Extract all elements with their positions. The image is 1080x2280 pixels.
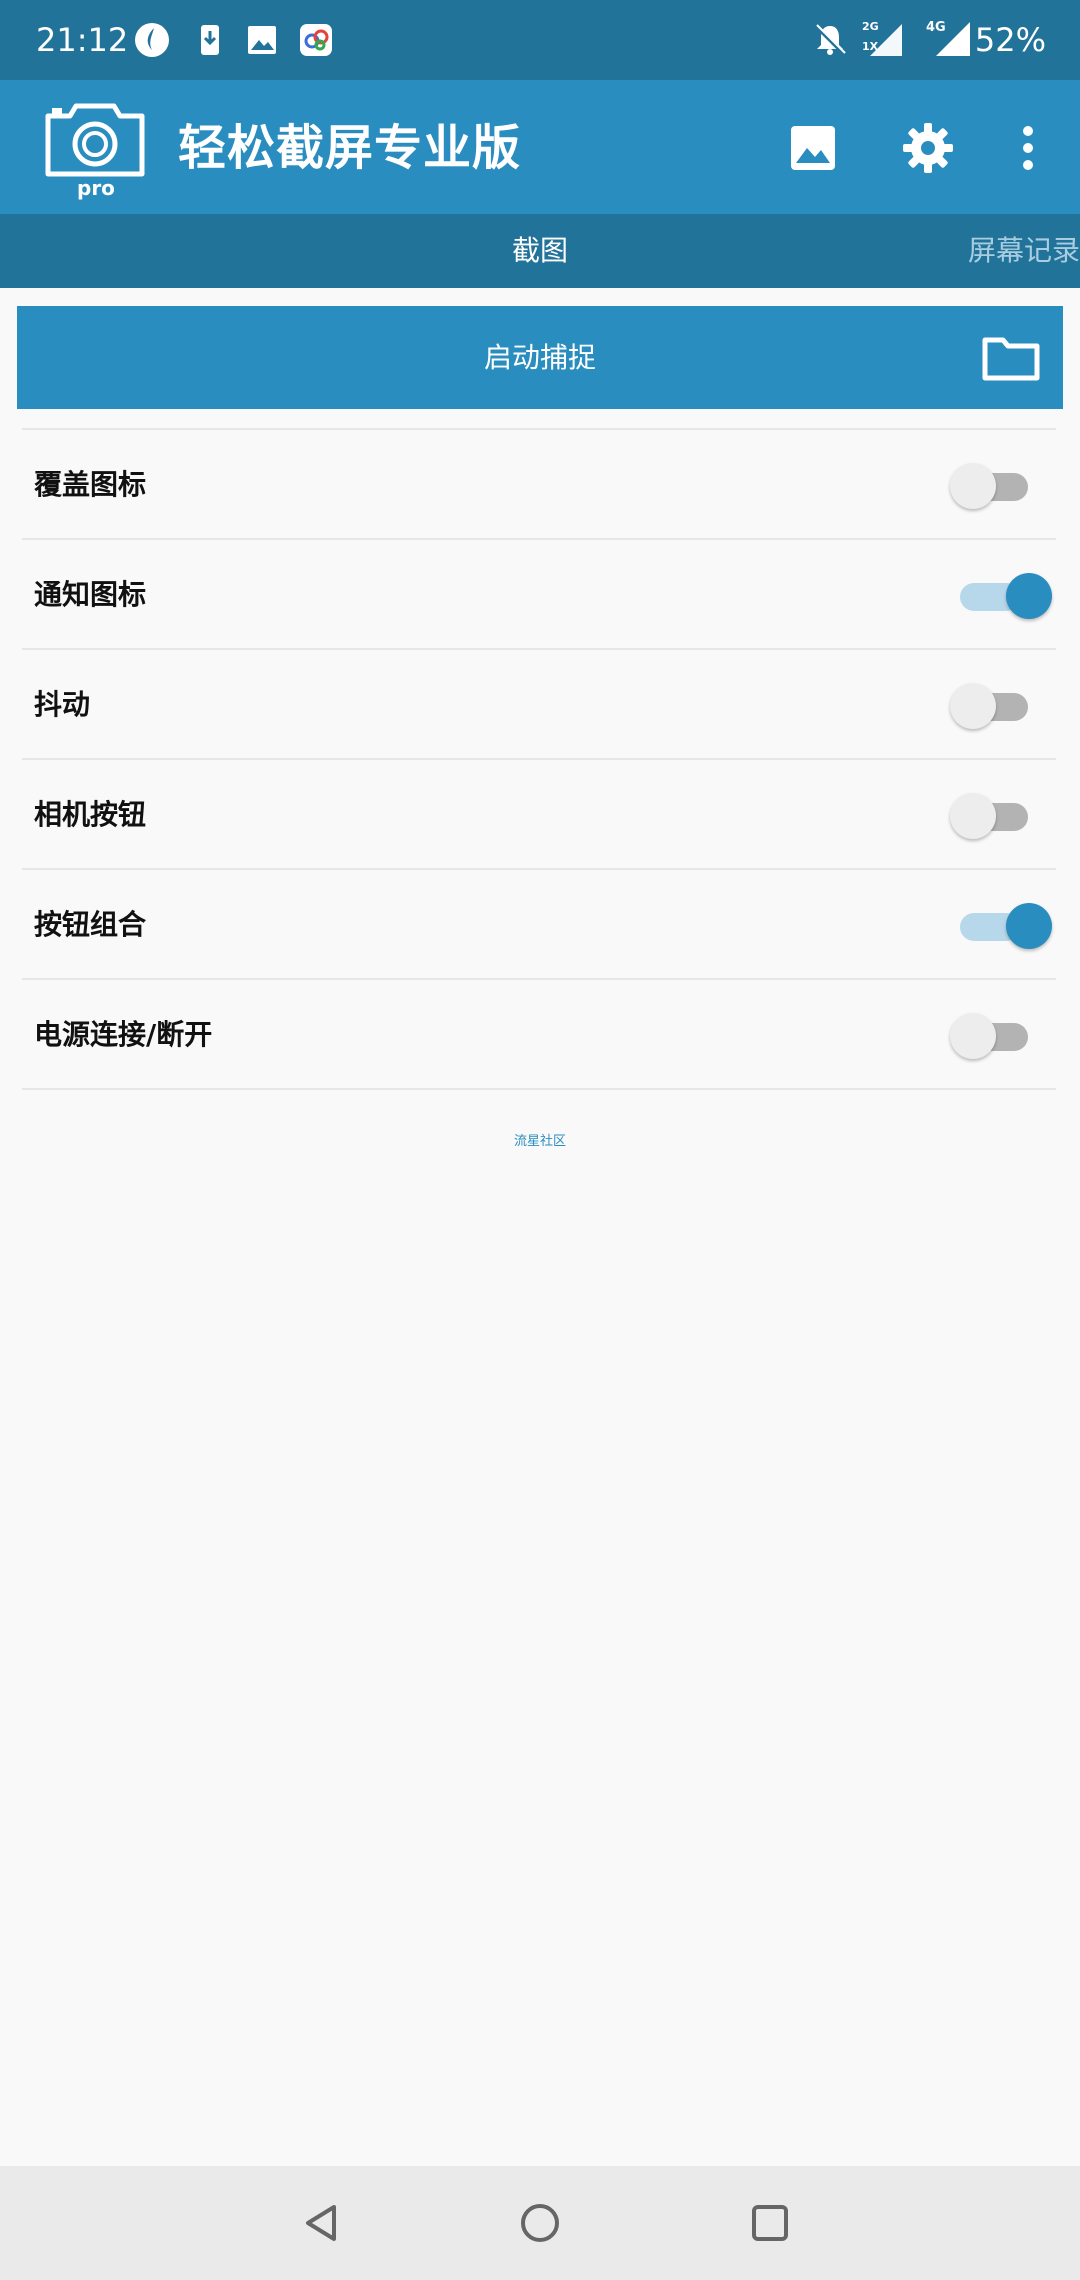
- toggle-thumb: [950, 793, 996, 839]
- signal-icon: [870, 24, 902, 56]
- settings-button[interactable]: [893, 113, 963, 183]
- start-capture-button[interactable]: 启动捕捉: [17, 306, 1063, 409]
- setting-label: 电源连接/断开: [34, 1018, 213, 1051]
- setting-label: 按钮组合: [34, 908, 147, 941]
- gallery-button[interactable]: [778, 113, 848, 183]
- back-button[interactable]: [292, 2193, 352, 2253]
- image-icon: [248, 26, 276, 54]
- setting-overlay-icon[interactable]: 覆盖图标: [22, 430, 1056, 540]
- toggle-thumb: [950, 463, 996, 509]
- more-options-button[interactable]: [993, 113, 1063, 183]
- notification-icon-toggle[interactable]: [950, 573, 1052, 619]
- battery-percent: 52%: [974, 21, 1046, 59]
- app-icon: [300, 24, 332, 56]
- setting-notification-icon[interactable]: 通知图标: [22, 540, 1056, 650]
- status-time: 21:12: [36, 21, 129, 59]
- settings-gear-icon: [903, 123, 953, 173]
- open-folder-button[interactable]: [981, 328, 1041, 388]
- navigation-bar: [0, 2166, 1080, 2280]
- community-link[interactable]: 流星社区: [0, 1130, 1080, 1149]
- overlay-icon-toggle[interactable]: [950, 463, 1050, 509]
- button-combo-toggle[interactable]: [950, 903, 1052, 949]
- setting-label: 覆盖图标: [34, 468, 147, 501]
- setting-label: 相机按钮: [34, 798, 147, 831]
- setting-shake[interactable]: 抖动: [22, 650, 1056, 760]
- toggle-thumb: [950, 683, 996, 729]
- toggle-thumb: [1006, 903, 1052, 949]
- back-triangle-icon: [306, 2205, 336, 2241]
- start-capture-label: 启动捕捉: [483, 341, 596, 374]
- tab-bar: 截图 屏幕记录: [0, 214, 1080, 288]
- app-bar: pro 轻松截屏专业版: [0, 80, 1080, 214]
- recents-button[interactable]: [740, 2193, 800, 2253]
- gallery-icon: [791, 126, 835, 170]
- logo-badge: pro: [77, 176, 115, 200]
- app-notification-icon: [135, 23, 169, 57]
- signal-icon: [936, 22, 970, 56]
- folder-icon: [982, 337, 1040, 381]
- setting-label: 抖动: [34, 688, 91, 721]
- recents-square-icon: [752, 2205, 788, 2241]
- camera-button-toggle[interactable]: [950, 793, 1050, 839]
- more-vert-icon: [1023, 126, 1033, 170]
- home-button[interactable]: [510, 2193, 570, 2253]
- setting-camera-button[interactable]: 相机按钮: [22, 760, 1056, 870]
- download-icon: [201, 25, 219, 55]
- setting-power-connect[interactable]: 电源连接/断开: [22, 980, 1056, 1090]
- toggle-thumb: [1006, 573, 1052, 619]
- home-circle-icon: [521, 2204, 559, 2242]
- setting-label: 通知图标: [34, 578, 147, 611]
- bell-off-icon: [814, 24, 846, 56]
- power-connect-toggle[interactable]: [950, 1013, 1050, 1059]
- shake-toggle[interactable]: [950, 683, 1050, 729]
- app-title: 轻松截屏专业版: [178, 120, 522, 176]
- toggle-thumb: [950, 1013, 996, 1059]
- settings-list: 覆盖图标 通知图标 抖动 相机按钮 按钮组合 电源连接/断开: [22, 428, 1056, 1090]
- setting-button-combo[interactable]: 按钮组合: [22, 870, 1056, 980]
- tab-screenshot[interactable]: 截图: [440, 214, 640, 288]
- tab-screen-record[interactable]: 屏幕记录: [968, 214, 1080, 288]
- status-bar: 21:12 2G 1X 4G 52%: [0, 0, 1080, 80]
